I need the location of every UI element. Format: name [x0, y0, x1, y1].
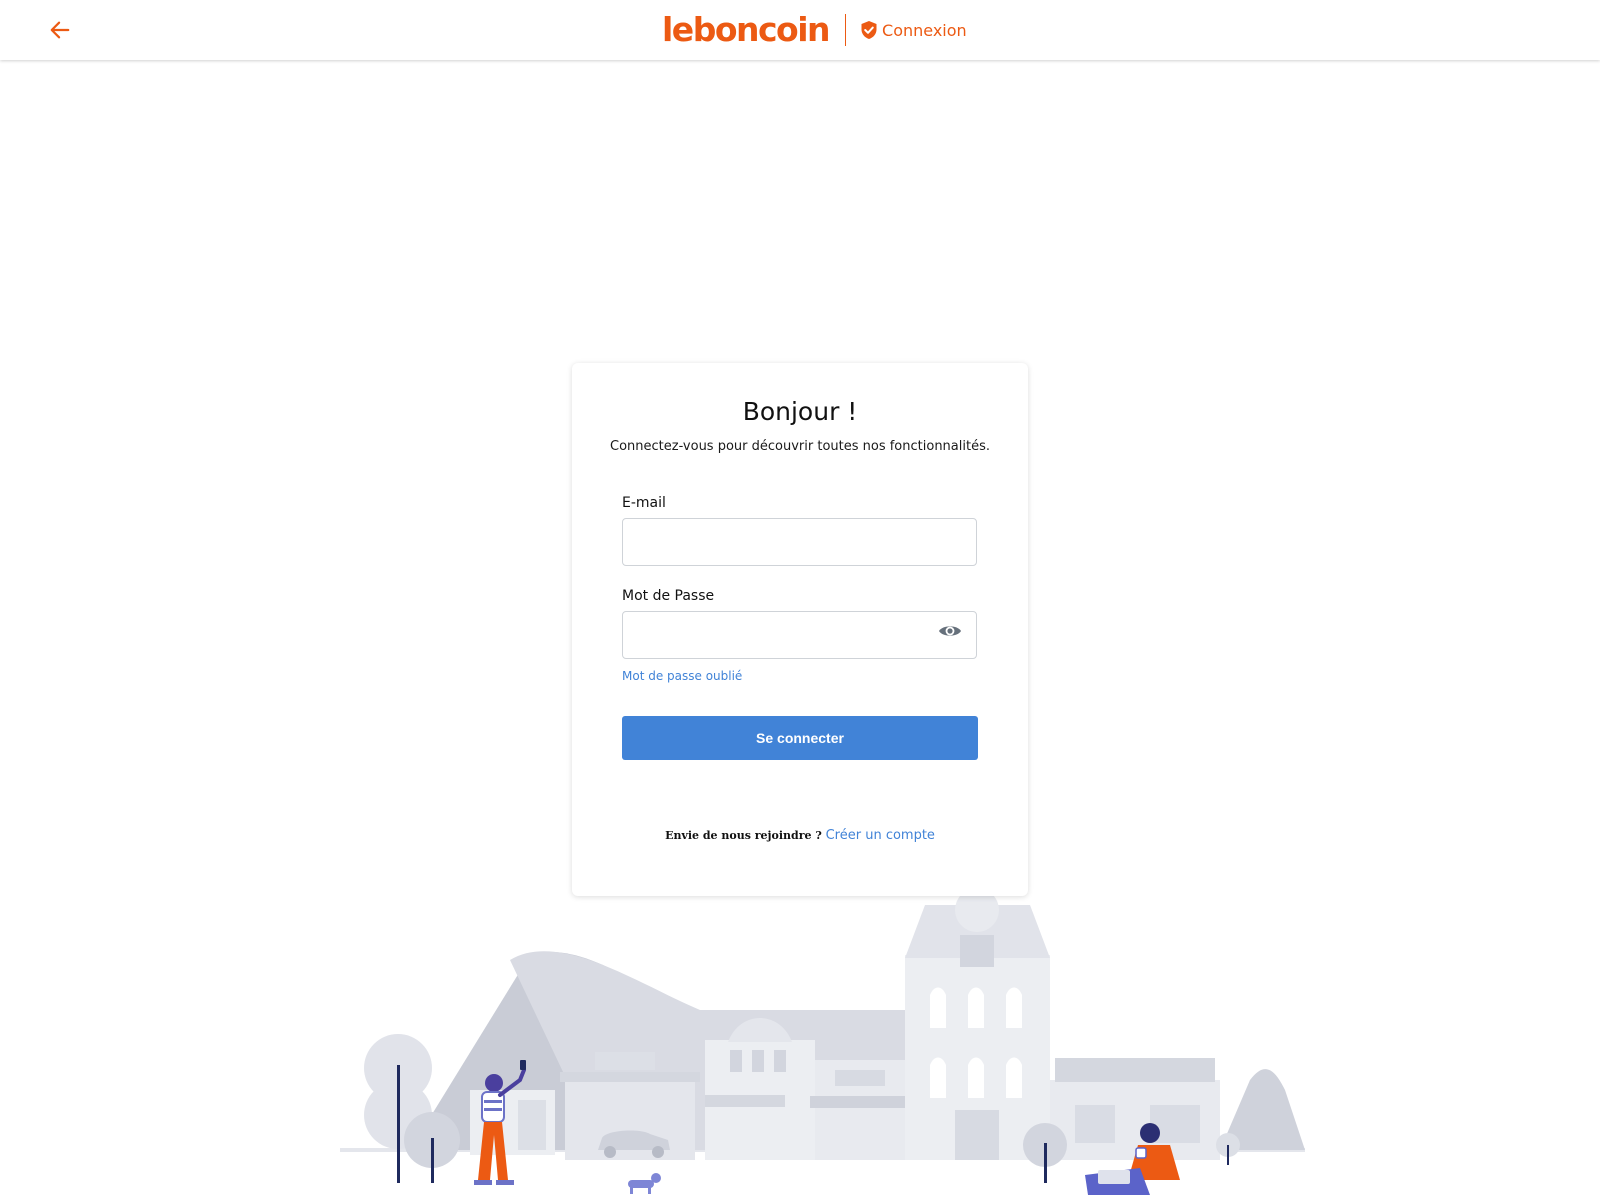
- garage-roof: [560, 1072, 700, 1082]
- tree-trunk: [397, 1065, 400, 1183]
- signup-prompt: Envie de nous rejoindre ?: [665, 829, 822, 842]
- section-tag: Connexion: [860, 20, 967, 40]
- car-wheel: [652, 1146, 664, 1158]
- arrow-left-icon: [50, 21, 70, 39]
- shop-right-window: [1075, 1105, 1115, 1143]
- signup-row: Envie de nous rejoindre ? Créer un compt…: [572, 828, 1028, 843]
- shop-window: [518, 1100, 546, 1150]
- awning: [705, 1095, 785, 1107]
- login-card: Bonjour ! Connectez-vous pour découvrir …: [572, 363, 1028, 896]
- building-window: [835, 1070, 885, 1086]
- login-subtitle: Connectez-vous pour découvrir toutes nos…: [610, 439, 990, 454]
- top-header: leboncoin Connexion: [0, 0, 1600, 60]
- dog: [628, 1173, 661, 1194]
- back-button[interactable]: [44, 14, 76, 46]
- building-window: [730, 1050, 742, 1072]
- tall-building-door: [955, 1110, 999, 1160]
- password-field[interactable]: [622, 611, 977, 659]
- awning: [810, 1096, 910, 1108]
- login-submit-button[interactable]: Se connecter: [622, 716, 978, 760]
- garage-sign: [595, 1052, 655, 1070]
- email-field[interactable]: [622, 518, 977, 566]
- shield-check-icon: [861, 21, 877, 39]
- roof-window: [960, 935, 994, 967]
- brand: leboncoin Connexion: [662, 10, 967, 50]
- brand-divider: [845, 14, 847, 46]
- email-label: E-mail: [622, 495, 666, 511]
- forgot-password-link[interactable]: Mot de passe oublié: [622, 669, 742, 683]
- shop-right-roof: [1055, 1058, 1215, 1082]
- tree-trunk: [1044, 1143, 1047, 1183]
- password-label: Mot de Passe: [622, 588, 715, 604]
- tree-trunk: [431, 1138, 434, 1183]
- building-window: [774, 1050, 786, 1072]
- toggle-password-visibility-button[interactable]: [934, 618, 966, 644]
- eye-icon: [939, 626, 961, 636]
- section-label: Connexion: [882, 20, 967, 40]
- create-account-link[interactable]: Créer un compte: [826, 828, 935, 843]
- car-wheel: [604, 1146, 616, 1158]
- building-window: [752, 1050, 764, 1072]
- leboncoin-logo[interactable]: leboncoin: [662, 10, 831, 50]
- town-illustration: [340, 888, 1305, 1195]
- tree-trunk: [1227, 1145, 1229, 1165]
- login-title: Bonjour !: [742, 397, 858, 426]
